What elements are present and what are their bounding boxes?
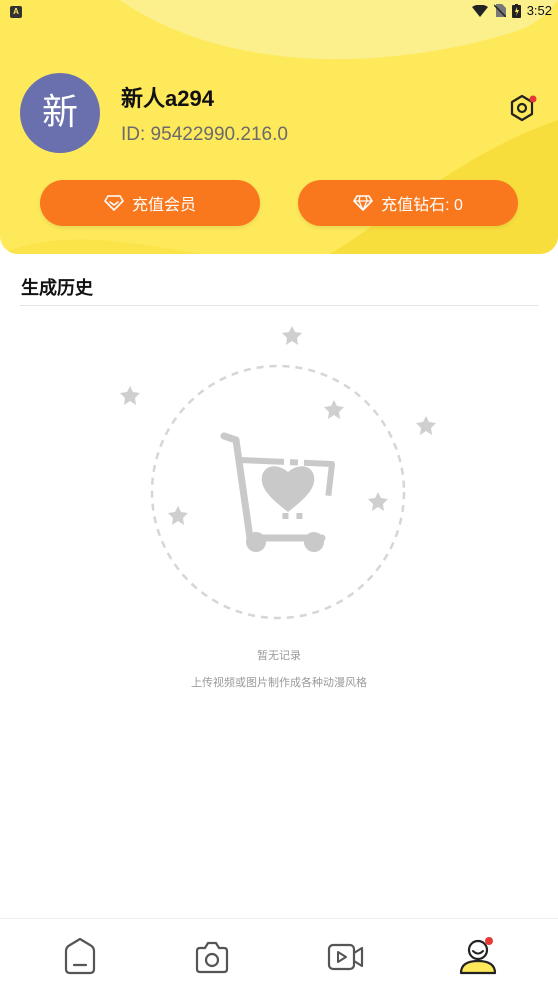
wifi-icon bbox=[471, 4, 488, 17]
status-time: 3:52 bbox=[526, 3, 552, 18]
status-bar: A 3:52 bbox=[0, 0, 558, 24]
empty-state-title: 暂无记录 bbox=[257, 649, 301, 662]
settings-icon bbox=[510, 94, 537, 122]
history-title: 生成历史 bbox=[21, 278, 93, 299]
recharge-vip-button[interactable]: 充值会员 bbox=[40, 180, 260, 226]
user-id: ID: 95422990.216.0 bbox=[121, 124, 288, 145]
settings-button[interactable] bbox=[506, 92, 538, 124]
profile-icon bbox=[459, 937, 497, 975]
tab-camera[interactable] bbox=[192, 937, 232, 977]
video-icon bbox=[327, 943, 364, 971]
empty-cart-illustration bbox=[120, 326, 436, 620]
battery-icon bbox=[511, 3, 521, 18]
notification-dot bbox=[529, 95, 537, 103]
tab-profile[interactable] bbox=[458, 937, 498, 977]
app-notification-icon: A bbox=[10, 6, 22, 18]
bottom-tab-bar bbox=[0, 918, 558, 993]
avatar[interactable]: 新 bbox=[20, 73, 100, 153]
tab-home[interactable] bbox=[60, 937, 100, 977]
diamond-outline-icon bbox=[104, 195, 124, 211]
profile-notification-dot bbox=[485, 937, 493, 945]
cart-icon bbox=[220, 432, 335, 552]
recharge-vip-label: 充值会员 bbox=[131, 197, 196, 214]
tab-video[interactable] bbox=[326, 937, 366, 977]
empty-state-subtitle: 上传视频或图片制作成各种动漫风格 bbox=[191, 676, 367, 689]
history-divider bbox=[20, 305, 538, 306]
profile-header: A 3:52 新 新人a294 ID: 95422990.216.0 充值会员 … bbox=[0, 0, 558, 254]
diamond-icon bbox=[353, 195, 373, 211]
username: 新人a294 bbox=[121, 86, 214, 111]
recharge-diamond-button[interactable]: 充值钻石: 0 bbox=[298, 180, 518, 226]
recharge-diamond-label: 充值钻石: 0 bbox=[381, 197, 463, 214]
no-sim-icon bbox=[493, 4, 506, 17]
camera-icon bbox=[195, 941, 229, 974]
home-icon bbox=[64, 937, 96, 975]
